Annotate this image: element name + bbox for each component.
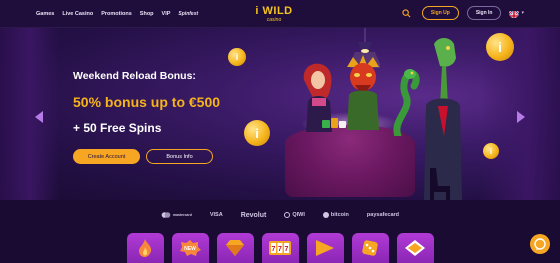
category-live[interactable] [306, 233, 344, 263]
gold-coin-icon: i [483, 143, 499, 159]
hero-banner: i i i i Weekend Reload Bonus: 50% bonus … [0, 28, 560, 200]
svg-text:7: 7 [285, 246, 289, 253]
chevron-down-icon[interactable]: ▾ [521, 10, 524, 16]
visa-logo: VISA [209, 212, 223, 218]
chair-silhouette [430, 168, 450, 200]
payment-methods: mastercard VISA Revolut QIWI bitcoin pay… [0, 200, 560, 230]
gold-coin-icon: i [486, 33, 514, 61]
hero-bonus-offer: 50% bonus up to €500 [73, 94, 221, 110]
main-nav: Games Live Casino Promotions Shop VIP Sp… [36, 11, 198, 17]
game-category-bar: NEW 7 7 7 [0, 233, 560, 263]
category-jackpot[interactable] [216, 233, 254, 263]
svg-text:7: 7 [278, 246, 282, 253]
masked-character-illustration [347, 55, 379, 130]
paysafecard-logo: paysafecard [366, 212, 400, 218]
snake-character-illustration [393, 69, 420, 136]
hero-text-block: Weekend Reload Bonus: 50% bonus up to €5… [73, 70, 220, 135]
hero-free-spins: + 50 Free Spins [73, 121, 162, 135]
sign-up-button[interactable]: Sign Up [421, 6, 459, 20]
bonus-info-button[interactable]: Bonus Info [146, 149, 213, 164]
uk-flag-icon[interactable] [509, 8, 520, 18]
play-icon [316, 240, 334, 256]
bitcoin-text: bitcoin [330, 212, 349, 218]
logo-main-text: i WILD [255, 4, 293, 17]
mastercard-text: mastercard [172, 213, 192, 217]
carousel-next-arrow-icon[interactable] [515, 110, 527, 124]
category-new[interactable]: NEW [171, 233, 209, 263]
nav-games[interactable]: Games [36, 11, 54, 17]
category-slots[interactable]: 7 7 7 [261, 233, 299, 263]
card-icon [405, 240, 425, 256]
gold-coin-icon: i [228, 48, 246, 66]
qiwi-logo: QIWI [284, 212, 305, 218]
new-icon: NEW [180, 240, 201, 256]
create-account-button[interactable]: Create Account [73, 149, 140, 164]
svg-text:NEW: NEW [184, 246, 196, 252]
category-hot[interactable] [126, 233, 164, 263]
nav-shop[interactable]: Shop [140, 11, 154, 17]
nav-tournament[interactable]: Spinfest [178, 11, 198, 17]
category-cards[interactable] [396, 233, 434, 263]
carousel-prev-arrow-icon[interactable] [33, 110, 45, 124]
revolut-logo: Revolut [240, 211, 267, 219]
sign-in-button[interactable]: Sign In [466, 6, 502, 20]
svg-text:7: 7 [272, 246, 276, 253]
category-table-games[interactable] [351, 233, 389, 263]
logo-sub-text: casino [266, 16, 282, 23]
gold-coin-icon: i [244, 120, 270, 146]
curtain-left [0, 28, 60, 200]
chat-bubble-icon [534, 238, 546, 250]
site-header: Games Live Casino Promotions Shop VIP Sp… [0, 0, 560, 28]
bitcoin-logo: bitcoin [322, 212, 349, 218]
qiwi-text: QIWI [292, 212, 305, 218]
diamond-icon [226, 240, 244, 256]
hero-headline: Weekend Reload Bonus: [73, 70, 196, 82]
site-logo[interactable]: i WILD casino [254, 2, 294, 26]
nav-promotions[interactable]: Promotions [101, 11, 132, 17]
header-actions: Sign Up Sign In ▾ [400, 6, 524, 20]
search-icon[interactable] [400, 6, 414, 20]
nav-vip[interactable]: VIP [162, 11, 171, 17]
live-chat-button[interactable] [530, 234, 550, 254]
fire-icon [139, 239, 152, 257]
dice-icon [362, 240, 378, 256]
nav-live-casino[interactable]: Live Casino [62, 11, 93, 17]
chips-illustration [322, 118, 346, 128]
slot-777-icon: 7 7 7 [269, 241, 291, 255]
mastercard-logo: mastercard [161, 212, 192, 218]
